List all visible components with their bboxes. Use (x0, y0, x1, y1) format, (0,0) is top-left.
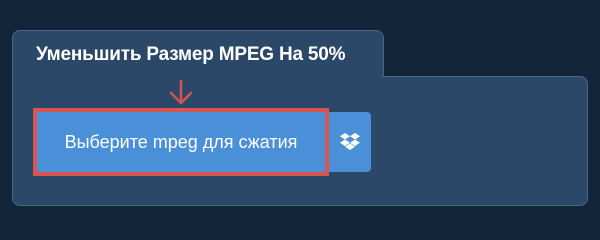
dropbox-icon (340, 133, 360, 150)
dropbox-button[interactable] (329, 112, 371, 172)
choose-file-label: Выберите mpeg для сжатия (64, 131, 298, 152)
choose-file-button[interactable]: Выберите mpeg для сжатия (33, 108, 329, 176)
panel-seam (13, 70, 381, 82)
arrow-down-icon (169, 80, 193, 105)
panel-title: Уменьшить Размер MPEG На 50% (36, 44, 346, 65)
